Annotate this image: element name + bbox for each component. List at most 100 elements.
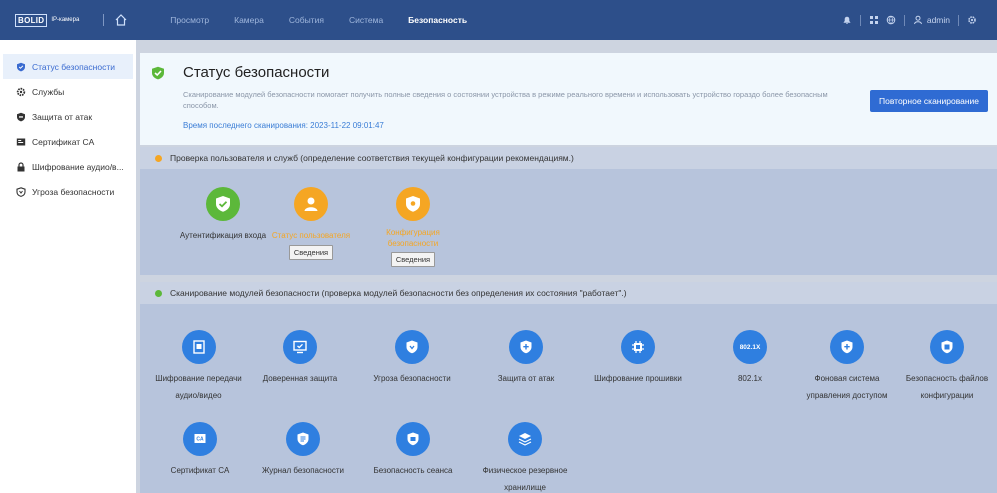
divider (903, 14, 905, 26)
ok-dot-icon (155, 289, 162, 297)
module-item: Угроза безопасности (356, 330, 468, 387)
item-label: Доверенная защита (262, 374, 338, 383)
shield-icon (17, 62, 25, 71)
user-icon (913, 15, 922, 25)
home-icon[interactable] (114, 13, 128, 27)
item-label: Журнал безопасности (262, 466, 344, 475)
warning-dot-icon (155, 154, 162, 162)
item-label: Фоновая система управления доступом (806, 374, 888, 400)
sidebar: Статус безопасности Службы Защита от ата… (0, 40, 136, 493)
top-bar: BOLID IP-камера Просмотр Камера События … (0, 0, 997, 40)
item-label: Статус пользователя (271, 231, 351, 240)
brand-logo: BOLID IP-камера (15, 13, 80, 27)
module-item: Доверенная защита (247, 330, 353, 387)
check-item-user-status: Статус пользователя Сведения (258, 187, 364, 261)
last-scan-value: 2023-11-22 09:01:47 (310, 121, 384, 130)
session-icon (396, 422, 430, 456)
brand-subtitle: IP-камера (51, 17, 80, 23)
user-icon (294, 187, 328, 221)
settings-icon[interactable] (967, 15, 977, 25)
main-content: Статус безопасности Сканирование модулей… (140, 53, 997, 493)
shield-threat-icon (395, 330, 429, 364)
shield-plus-icon (509, 330, 543, 364)
item-label: Безопасность файлов конфигурации (905, 374, 989, 400)
details-button[interactable]: Сведения (390, 252, 436, 267)
item-label: Физическое резервное хранилище (482, 466, 568, 492)
sidebar-item-label: Службы (32, 86, 65, 97)
sidebar-item-label: Защита от атак (32, 111, 93, 122)
nav-security[interactable]: Безопасность (408, 15, 467, 25)
sidebar-item-label: Статус безопасности (32, 61, 115, 72)
item-label: Сертификат CA (170, 466, 230, 475)
sidebar-item-ca-certificate[interactable]: Сертификат CA (0, 129, 136, 154)
log-icon (286, 422, 320, 456)
top-right-tools: admin (842, 0, 977, 40)
brand-name: BOLID (15, 13, 48, 27)
certificate-icon (16, 138, 26, 145)
rescan-button[interactable]: Повторное сканирование (870, 90, 988, 112)
username[interactable]: admin (927, 15, 950, 25)
module-item: Журнал безопасности (249, 422, 357, 479)
last-scan-label: Время последнего сканирования: (183, 121, 308, 130)
badge-8021x-icon: 802.1X (733, 330, 767, 364)
nav-events[interactable]: События (289, 15, 324, 25)
sidebar-item-security-threat[interactable]: Угроза безопасности (0, 179, 136, 204)
module-item: Физическое резервное хранилище (466, 422, 584, 493)
item-label: Шифрование прошивки (594, 374, 682, 383)
divider (958, 14, 959, 26)
video-encryption-icon (181, 330, 216, 364)
module-item: Безопасность файлов конфигурации (898, 330, 996, 404)
module-scan-header: Сканирование модулей безопасности (прове… (140, 282, 997, 304)
globe-icon[interactable] (886, 15, 896, 25)
shield-icon (16, 186, 26, 197)
nav-camera[interactable]: Камера (234, 15, 264, 25)
details-button[interactable]: Сведения (288, 245, 334, 260)
user-check-body: Аутентификация входа Статус пользователя… (140, 169, 997, 275)
gear-icon (16, 87, 26, 96)
config-file-icon (930, 330, 964, 364)
trusted-monitor-icon (283, 330, 317, 364)
sidebar-item-security-status[interactable]: Статус безопасности (3, 54, 133, 79)
item-label: Угроза безопасности (373, 374, 451, 383)
item-label: Шифрование передачи аудио/видео (155, 374, 242, 400)
config-shield-icon (396, 187, 430, 221)
module-item: Шифрование прошивки (577, 330, 699, 387)
sidebar-item-services[interactable]: Службы (0, 79, 136, 104)
divider (103, 14, 105, 26)
chip-icon (621, 330, 655, 364)
grid-icon[interactable] (869, 15, 879, 25)
sidebar-item-av-encryption[interactable]: Шифрование аудио/в... (0, 154, 136, 179)
main-nav: Просмотр Камера События Система Безопасн… (170, 15, 492, 25)
last-scan-time: Время последнего сканирования: 2023-11-2… (183, 121, 384, 130)
module-scan-body: Шифрование передачи аудио/видео Доверенн… (140, 304, 997, 493)
sidebar-item-label: Угроза безопасности (32, 186, 115, 197)
lock-icon (17, 161, 25, 171)
divider (859, 14, 861, 26)
user-check-header: Проверка пользователя и служб (определен… (140, 147, 997, 169)
module-item: CA Сертификат CA (150, 422, 250, 479)
bell-icon[interactable] (842, 15, 852, 25)
layers-icon (508, 422, 542, 456)
section-title: Проверка пользователя и служб (определен… (170, 153, 574, 163)
shield-check-icon (152, 66, 164, 80)
ca-certificate-icon: CA (183, 422, 217, 456)
check-item-security-config: Конфигурация безопасности Сведения (363, 187, 463, 268)
shield-check-icon (206, 187, 240, 221)
module-item: Шифрование передачи аудио/видео (142, 330, 255, 404)
security-status-panel: Статус безопасности Сканирование модулей… (140, 53, 997, 145)
shield-plus-icon (830, 330, 864, 364)
page-title: Статус безопасности (183, 64, 330, 81)
module-item: Защита от атак (474, 330, 578, 387)
item-label: Безопасность сеанса (373, 466, 453, 475)
shield-icon (17, 112, 25, 121)
sidebar-item-label: Сертификат CA (32, 136, 95, 147)
status-description: Сканирование модулей безопасности помога… (183, 90, 828, 110)
module-item: Безопасность сеанса (358, 422, 468, 479)
module-item: Фоновая система управления доступом (785, 330, 909, 404)
item-label: Защита от атак (497, 374, 555, 383)
nav-preview[interactable]: Просмотр (170, 15, 209, 25)
sidebar-item-attack-protection[interactable]: Защита от атак (0, 104, 136, 129)
nav-system[interactable]: Система (349, 15, 383, 25)
section-title: Сканирование модулей безопасности (прове… (170, 288, 627, 298)
sidebar-item-label: Шифрование аудио/в... (32, 161, 124, 172)
